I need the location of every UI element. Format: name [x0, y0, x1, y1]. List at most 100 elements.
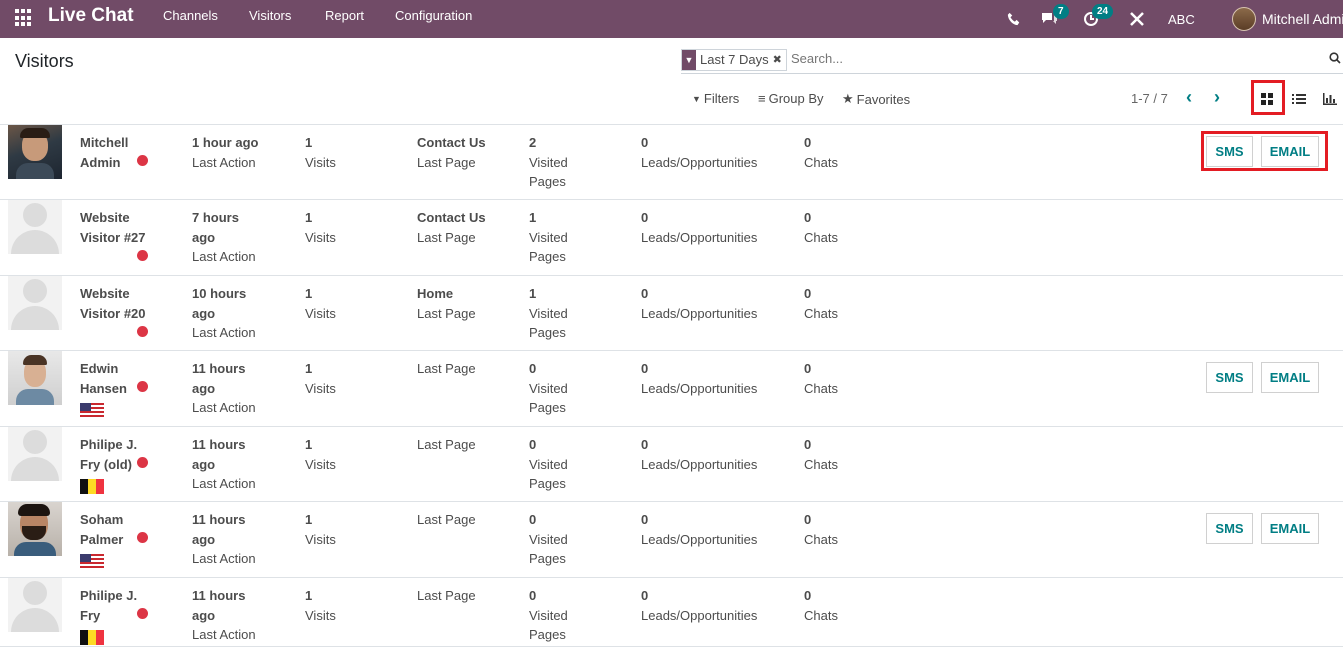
last-page-cell: Home Last Page	[417, 286, 476, 321]
visitor-name: Edwin Hansen	[80, 361, 127, 396]
visitor-name: Philipe J. Fry (old)	[80, 437, 138, 472]
last-page-cell: Last Page	[417, 437, 476, 452]
messages-count-badge: 7	[1053, 4, 1069, 19]
last-page-cell: Last Page	[417, 512, 476, 527]
visits-cell: 1 Visits	[305, 210, 336, 245]
action-buttons-highlight	[1201, 131, 1328, 171]
search-facet: ▼ Last 7 Days ✖	[681, 49, 787, 71]
filters-button[interactable]: ▼ Filters	[692, 91, 739, 106]
visitor-avatar	[8, 427, 62, 481]
visitor-card[interactable]: Mitchell Admin 1 hour ago Last Action 1 Visit…	[0, 125, 1343, 200]
last-page-cell: Contact Us Last Page	[417, 210, 486, 245]
sms-button[interactable]: SMS	[1206, 362, 1253, 393]
filters-label: Filters	[703, 91, 740, 106]
leads-cell: 0 Leads/Opportunities	[641, 210, 758, 245]
status-dot	[137, 532, 148, 543]
visitor-card[interactable]: Website Visitor #20 10 hours ago Last Action…	[0, 276, 1343, 351]
visits-cell: 1 Visits	[305, 286, 336, 321]
visited-pages-cell: 1 Visited Pages	[529, 210, 568, 264]
visited-pages-cell: 0 Visited Pages	[529, 512, 568, 566]
company-switcher[interactable]: ABC	[1168, 0, 1195, 38]
last-action-cell: 7 hours ago Last Action	[192, 210, 256, 264]
chats-cell: 0 Chats	[804, 210, 838, 245]
visited-pages-cell: 0 Visited Pages	[529, 588, 568, 642]
favorites-button[interactable]: ★ Favorites	[842, 91, 910, 107]
menu-report[interactable]: Report	[325, 8, 364, 23]
user-avatar[interactable]	[1232, 0, 1256, 38]
chats-cell: 0 Chats	[804, 437, 838, 472]
last-action-cell: 11 hours ago Last Action	[192, 361, 256, 415]
leads-cell: 0 Leads/Opportunities	[641, 135, 758, 170]
visitor-avatar	[8, 351, 62, 405]
chats-cell: 0 Chats	[804, 361, 838, 396]
visits-cell: 1 Visits	[305, 437, 336, 472]
visits-cell: 1 Visits	[305, 135, 336, 170]
star-icon: ★	[842, 91, 854, 106]
pager-value[interactable]: 1-7 / 7	[1131, 91, 1168, 106]
list-icon	[1292, 94, 1306, 104]
phone-icon[interactable]	[1007, 0, 1021, 38]
page-title: Visitors	[15, 51, 74, 71]
facet-remove-icon[interactable]: ✖	[773, 50, 786, 70]
visited-pages-cell: 0 Visited Pages	[529, 361, 568, 415]
email-button[interactable]: EMAIL	[1261, 513, 1319, 544]
user-menu[interactable]: Mitchell Admi	[1262, 0, 1343, 38]
group-by-label: Group By	[768, 91, 824, 106]
visitor-avatar	[8, 578, 62, 632]
email-button[interactable]: EMAIL	[1261, 362, 1319, 393]
menu-configuration[interactable]: Configuration	[395, 8, 472, 23]
group-by-button[interactable]: ≡ Group By	[758, 91, 824, 106]
chats-cell: 0 Chats	[804, 135, 838, 170]
leads-cell: 0 Leads/Opportunities	[641, 588, 758, 623]
last-page-cell: Last Page	[417, 361, 476, 376]
search-bar: ▼ Last 7 Days ✖	[681, 48, 1343, 74]
leads-cell: 0 Leads/Opportunities	[641, 437, 758, 472]
last-action-cell: 11 hours ago Last Action	[192, 588, 256, 642]
chevron-left-icon[interactable]: ‹	[1186, 87, 1192, 108]
chevron-right-icon[interactable]: ›	[1214, 87, 1220, 108]
search-icon[interactable]	[1329, 52, 1341, 67]
us-flag-icon	[80, 403, 104, 418]
menu-visitors[interactable]: Visitors	[249, 8, 291, 23]
visitor-name: Soham Palmer	[80, 512, 124, 547]
last-page-cell: Last Page	[417, 588, 476, 603]
status-dot	[137, 608, 148, 619]
visited-pages-cell: 0 Visited Pages	[529, 437, 568, 491]
last-action-cell: 10 hours ago Last Action	[192, 286, 256, 340]
chats-cell: 0 Chats	[804, 286, 838, 321]
graph-view-button[interactable]	[1316, 85, 1343, 113]
leads-cell: 0 Leads/Opportunities	[641, 512, 758, 547]
status-dot	[137, 155, 148, 166]
visitor-avatar	[8, 125, 62, 179]
visitor-card[interactable]: Soham Palmer 11 hours ago Last Action 1 Visits…	[0, 502, 1343, 578]
leads-cell: 0 Leads/Opportunities	[641, 286, 758, 321]
visitor-card[interactable]: Edwin Hansen 11 hours ago Last Action 1 Visits…	[0, 351, 1343, 427]
kanban-highlight	[1251, 80, 1285, 115]
belgium-flag-icon	[80, 479, 104, 494]
visits-cell: 1 Visits	[305, 588, 336, 623]
list-view-button[interactable]	[1284, 85, 1314, 113]
visitor-card[interactable]: Website Visitor #27 7 hours ago Last Action 1…	[0, 200, 1343, 276]
app-brand[interactable]: Live Chat	[48, 5, 134, 27]
facet-label: Last 7 Days	[700, 52, 769, 67]
chats-cell: 0 Chats	[804, 512, 838, 547]
filter-icon: ▼	[692, 93, 701, 104]
activities-count-badge: 24	[1092, 4, 1114, 19]
visitor-card[interactable]: Philipe J. Fry 11 hours ago Last Action 1 Visi…	[0, 578, 1343, 647]
belgium-flag-icon	[80, 630, 104, 645]
status-dot	[137, 250, 148, 261]
menu-channels[interactable]: Channels	[163, 8, 218, 23]
visited-pages-cell: 2 Visited Pages	[529, 135, 568, 189]
apps-menu-icon[interactable]	[15, 9, 33, 27]
sms-button[interactable]: SMS	[1206, 513, 1253, 544]
visitor-name: Philipe J. Fry	[80, 588, 138, 623]
chats-cell: 0 Chats	[804, 588, 838, 623]
visitor-avatar	[8, 200, 62, 254]
debug-tools-icon[interactable]	[1129, 0, 1145, 38]
last-action-cell: 11 hours ago Last Action	[192, 437, 256, 491]
search-input[interactable]	[791, 51, 1311, 66]
visitor-avatar	[8, 276, 62, 330]
leads-cell: 0 Leads/Opportunities	[641, 361, 758, 396]
visitor-card[interactable]: Philipe J. Fry (old) 11 hours ago Last Actio…	[0, 427, 1343, 502]
visitor-avatar	[8, 502, 62, 556]
